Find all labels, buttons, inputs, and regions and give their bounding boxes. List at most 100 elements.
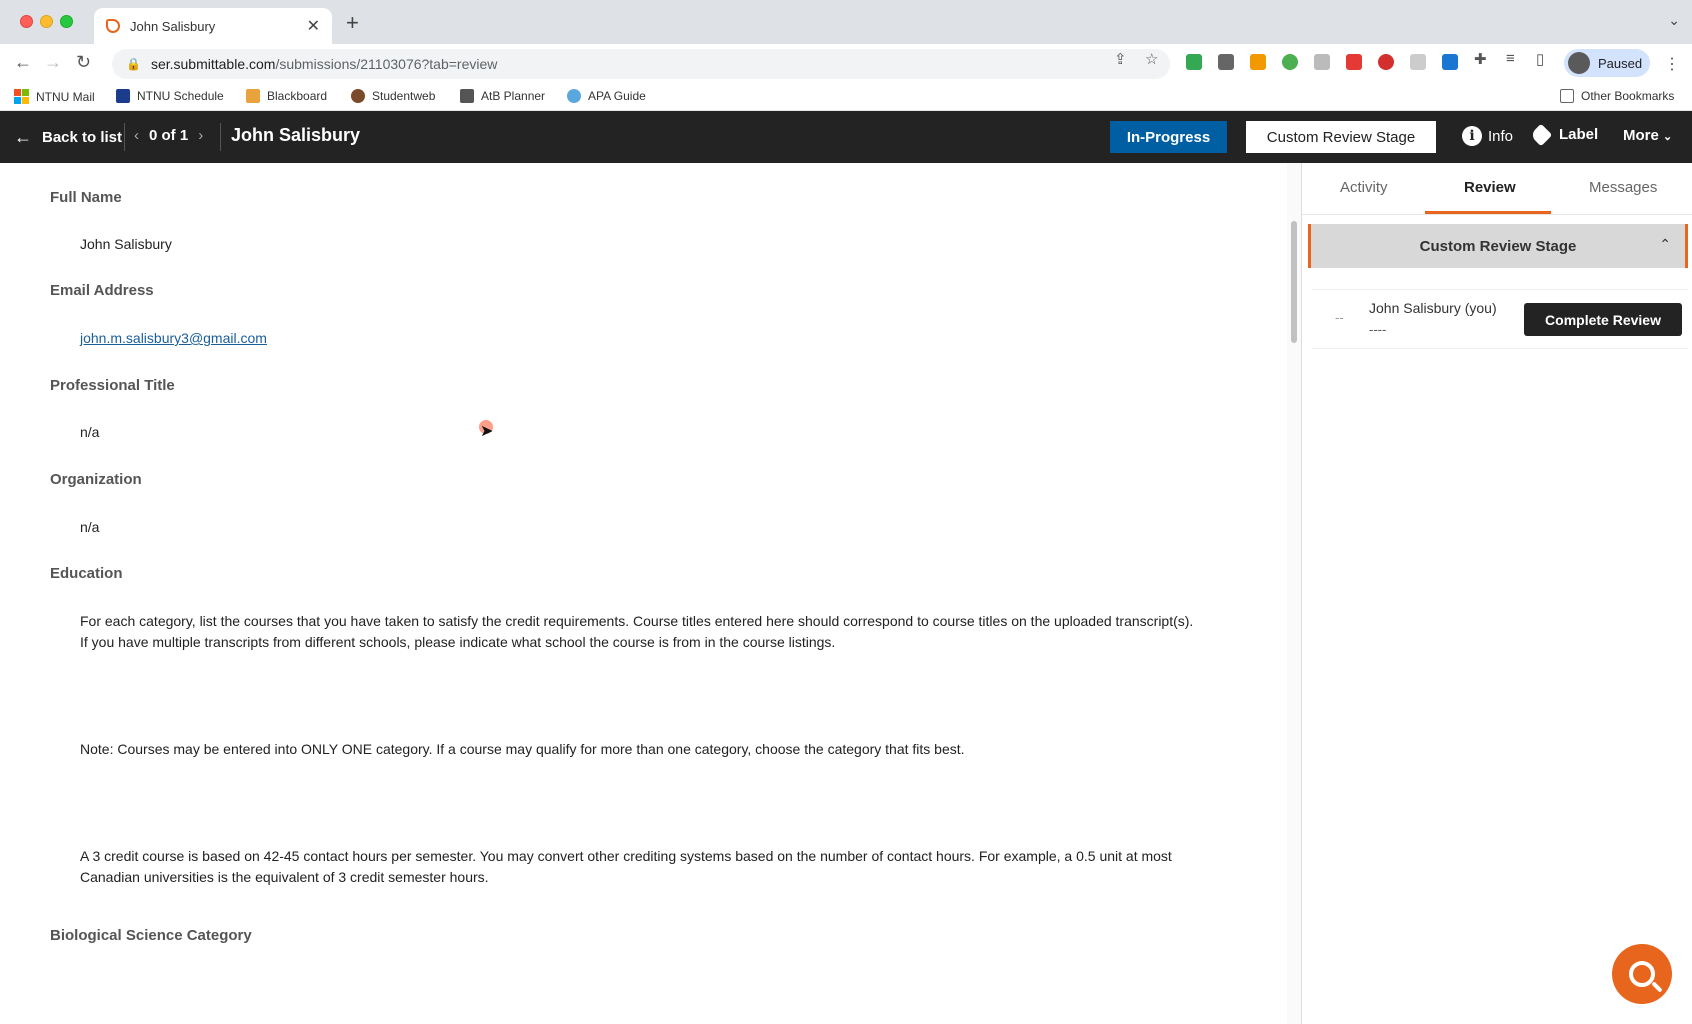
mouse-pointer-icon: ➤	[480, 423, 494, 440]
ntnu-icon	[116, 89, 130, 103]
sidebar-tabs: Activity Review Messages	[1302, 163, 1692, 215]
complete-review-button[interactable]: Complete Review	[1524, 303, 1682, 336]
google-drive-icon[interactable]	[1186, 54, 1202, 70]
studentweb-icon	[351, 89, 365, 103]
chevron-down-icon: ⌄	[1663, 131, 1673, 143]
credit-explanation: A 3 credit course is based on 42-45 cont…	[80, 848, 1172, 885]
professional-title-label: Professional Title	[50, 377, 175, 394]
submission-pager: ‹ 0 of 1 ›	[134, 127, 203, 144]
new-tab-icon[interactable]: +	[346, 10, 359, 36]
professional-title-value: n/a	[80, 424, 100, 440]
more-label: More	[1623, 127, 1659, 144]
divider	[124, 123, 125, 151]
bookmark-star-icon[interactable]: ☆	[1145, 50, 1158, 68]
email-link[interactable]: john.m.salisbury3@gmail.com	[80, 330, 267, 346]
profile-button[interactable]: Paused	[1564, 49, 1650, 77]
organization-label: Organization	[50, 471, 142, 488]
atb-icon	[460, 89, 474, 103]
bookmark-apa-guide[interactable]: APA Guide	[567, 89, 646, 103]
arrow-left-icon: ←	[14, 127, 32, 147]
chevron-up-icon: ⌃	[1659, 236, 1671, 252]
address-bar[interactable]: 🔒 ser.submittable.com/submissions/211030…	[112, 49, 1170, 79]
label-button[interactable]: Label	[1529, 123, 1599, 146]
info-button[interactable]: i Info	[1462, 126, 1513, 146]
help-search-button[interactable]	[1612, 944, 1672, 1004]
education-note: Note: Courses may be entered into ONLY O…	[80, 741, 965, 757]
extension-circle-icon[interactable]	[1282, 54, 1298, 70]
tab-list-chevron-icon[interactable]: ⌄	[1668, 12, 1680, 29]
tab-review[interactable]: Review	[1464, 179, 1516, 196]
close-window-button[interactable]	[20, 15, 33, 28]
browser-menu-icon[interactable]: ⋮	[1664, 54, 1680, 74]
main-scrollbar[interactable]	[1287, 163, 1301, 1024]
bookmark-studentweb[interactable]: Studentweb	[351, 89, 435, 103]
more-menu-button[interactable]: More ⌄	[1623, 127, 1672, 144]
tab-title: John Salisbury	[130, 18, 216, 34]
submittable-favicon-icon	[106, 19, 120, 33]
url-text: ser.submittable.com/submissions/21103076…	[151, 56, 497, 72]
education-label: Education	[50, 565, 123, 582]
bookmark-label: APA Guide	[588, 89, 646, 103]
cloud-icon	[567, 89, 581, 103]
email-label: Email Address	[50, 282, 154, 299]
extension-icon[interactable]	[1218, 54, 1234, 70]
chevron-left-icon[interactable]: ‹	[134, 127, 139, 144]
avatar	[1568, 52, 1590, 74]
organization-value: n/a	[80, 519, 100, 535]
chevron-right-icon[interactable]: ›	[198, 127, 203, 144]
bookmark-label: Blackboard	[267, 89, 328, 103]
adblock-icon[interactable]	[1378, 54, 1394, 70]
full-name-label: Full Name	[50, 189, 122, 206]
submission-form: Full Name John Salisbury Email Address j…	[0, 163, 1287, 1024]
back-arrow-icon[interactable]: ←	[14, 52, 32, 73]
other-bookmarks[interactable]: Other Bookmarks	[1560, 89, 1674, 103]
review-stage-accordion[interactable]: Custom Review Stage ⌃	[1308, 224, 1688, 268]
bookmark-ntnu-mail[interactable]: NTNU Mail	[14, 89, 95, 104]
share-icon[interactable]: ⇪	[1114, 50, 1127, 68]
bookmark-ntnu-schedule[interactable]: NTNU Schedule	[116, 89, 224, 103]
stage-title: Custom Review Stage	[1419, 237, 1577, 255]
tab-messages[interactable]: Messages	[1589, 179, 1657, 196]
browser-toolbar: ← → ↻ 🔒 ser.submittable.com/submissions/…	[0, 44, 1692, 84]
maximize-window-button[interactable]	[60, 15, 73, 28]
shield-icon[interactable]	[1346, 54, 1362, 70]
browser-tab-bar: John Salisbury ✕ + ⌄	[0, 0, 1692, 44]
url-host: ser.submittable.com	[150, 56, 276, 72]
pager-label: 0 of 1	[149, 127, 189, 144]
reading-list-icon[interactable]: ≡	[1506, 50, 1515, 67]
browser-tab[interactable]: John Salisbury ✕	[94, 8, 332, 44]
other-bookmarks-label: Other Bookmarks	[1581, 89, 1675, 103]
url-path: /submissions/21103076?tab=review	[275, 56, 498, 72]
back-to-list-link[interactable]: ← Back to list	[14, 127, 122, 148]
minimize-window-button[interactable]	[40, 15, 53, 28]
in-progress-button[interactable]: In-Progress	[1110, 121, 1227, 153]
forward-arrow-icon[interactable]: →	[44, 52, 62, 73]
bookmark-atb-planner[interactable]: AtB Planner	[460, 89, 545, 103]
extension-off-icon[interactable]	[1250, 54, 1266, 70]
search-icon	[1629, 961, 1655, 987]
bookmark-blackboard[interactable]: Blackboard	[246, 89, 327, 103]
education-instructions: For each category, list the courses that…	[80, 613, 1194, 650]
document-icon[interactable]	[1410, 54, 1426, 70]
reviewer-status: --	[1335, 310, 1344, 325]
scrollbar-thumb[interactable]	[1291, 221, 1297, 343]
back-label: Back to list	[42, 129, 123, 146]
bookmarks-bar: NTNU Mail NTNU Schedule Blackboard Stude…	[0, 84, 1692, 111]
puzzle-icon[interactable]: ✚	[1474, 50, 1487, 68]
microsoft-icon	[14, 89, 29, 104]
reviewer-name: John Salisbury (you)	[1369, 300, 1497, 316]
custom-review-stage-button[interactable]: Custom Review Stage	[1246, 121, 1436, 153]
active-tab-indicator	[1425, 211, 1551, 214]
bookmark-label: NTNU Mail	[36, 89, 95, 104]
security-icon[interactable]	[1442, 54, 1458, 70]
extension-gray-icon[interactable]	[1314, 54, 1330, 70]
label-label: Label	[1559, 126, 1599, 143]
bookmark-label: NTNU Schedule	[137, 89, 224, 103]
reload-icon[interactable]: ↻	[76, 52, 91, 73]
tab-activity[interactable]: Activity	[1340, 179, 1388, 196]
tab-close-icon[interactable]: ✕	[307, 16, 320, 36]
bookmark-label: AtB Planner	[481, 89, 546, 103]
side-panel-icon[interactable]: ▯	[1536, 50, 1544, 68]
submission-header: ← Back to list ‹ 0 of 1 › John Salisbury…	[0, 111, 1692, 163]
info-label: Info	[1488, 127, 1514, 145]
